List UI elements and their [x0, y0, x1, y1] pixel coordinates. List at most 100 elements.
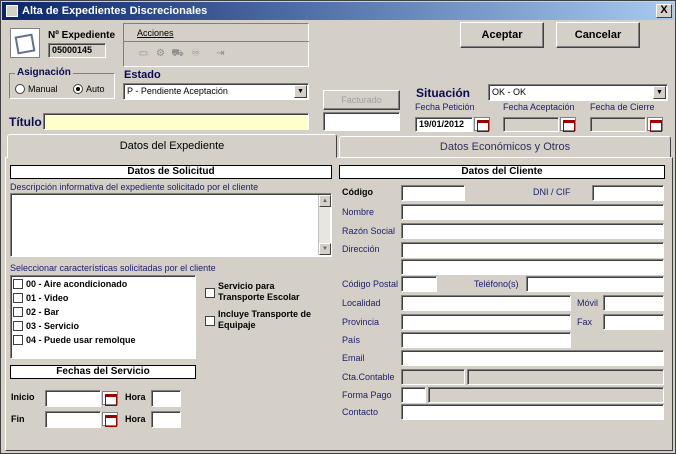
telefono-input[interactable] [526, 276, 664, 292]
vehicle-icon[interactable]: ⛟ [171, 47, 184, 60]
equipaje-checkbox[interactable] [205, 316, 215, 326]
fax-label: Fax [577, 317, 593, 327]
desc-scrollbar[interactable]: ▲ ▼ [318, 195, 331, 255]
list-item[interactable]: 02 - Bar [26, 307, 59, 317]
cta-input [401, 369, 465, 385]
expediente-label: Nº Expediente [48, 30, 116, 41]
acciones-label[interactable]: Acciones [137, 28, 174, 38]
direccion-label: Dirección [342, 244, 380, 254]
equipaje-label[interactable]: Incluye Transporte de Equipaje [218, 309, 318, 331]
window: Alta de Expedientes Discrecionales X Nº … [0, 0, 676, 454]
inicio-date-input[interactable] [45, 390, 101, 407]
chevron-down-icon[interactable]: ▼ [653, 86, 666, 99]
tab-datos-economicos[interactable]: Datos Económicos y Otros [339, 136, 671, 158]
dni-label: DNI / CIF [533, 187, 571, 197]
provincia-label: Provincia [342, 317, 380, 327]
localidad-input[interactable] [401, 295, 571, 311]
forma-pago-desc-input [428, 387, 664, 403]
dni-input[interactable] [592, 185, 664, 201]
cp-input[interactable] [401, 276, 437, 292]
razon-label: Razón Social [342, 226, 396, 236]
calendar-icon[interactable] [560, 117, 576, 132]
binoculars-icon[interactable]: ♾ [189, 47, 202, 60]
cta-label: Cta.Contable [342, 372, 395, 382]
situacion-select[interactable]: OK - OK ▼ [488, 84, 668, 101]
manual-label[interactable]: Manual [28, 84, 58, 94]
tab-datos-expediente[interactable]: Datos del Expediente [7, 134, 337, 158]
fin-label: Fin [11, 414, 25, 424]
direccion-input[interactable] [401, 242, 664, 258]
list-item[interactable]: 04 - Puede usar remolque [26, 335, 136, 345]
expediente-number: 05000145 [48, 43, 106, 58]
email-label: Email [342, 353, 365, 363]
list-item[interactable]: 03 - Servicio [26, 321, 79, 331]
pais-label: País [342, 335, 361, 345]
auto-radio[interactable] [73, 84, 83, 94]
codigo-input[interactable] [401, 185, 465, 201]
cancel-button[interactable]: Cancelar [556, 22, 640, 48]
direccion2-input[interactable] [401, 259, 664, 275]
caracteristica-checkbox[interactable] [13, 293, 23, 303]
pais-input[interactable] [401, 332, 571, 348]
chevron-down-icon[interactable]: ▼ [294, 85, 307, 98]
caracteristica-checkbox[interactable] [13, 307, 23, 317]
servicio-header: Fechas del Servicio [10, 365, 196, 379]
estado-select[interactable]: P - Pendiente Aceptación ▼ [123, 83, 309, 100]
new-doc-icon[interactable]: ▭ [137, 47, 150, 60]
forma-pago-input[interactable] [401, 387, 426, 403]
fecha-aceptacion-label: Fecha Aceptación [503, 102, 575, 112]
fecha-peticion-input[interactable]: 19/01/2012 [415, 117, 473, 132]
app-icon [6, 5, 18, 17]
calendar-icon[interactable] [474, 117, 490, 132]
desc-textarea[interactable] [10, 193, 332, 257]
fin-hora-label: Hora [125, 414, 146, 424]
settings-icon[interactable]: ⚙ [154, 47, 167, 60]
desc-label: Descripción informativa del expediente s… [10, 182, 259, 192]
email-input[interactable] [401, 350, 664, 366]
titulo-input[interactable] [43, 113, 309, 130]
scroll-down-icon[interactable]: ▼ [319, 243, 331, 255]
caracteristicas-label: Seleccionar características solicitadas … [10, 263, 216, 273]
manual-radio[interactable] [15, 84, 25, 94]
estado-label: Estado [124, 69, 161, 81]
movil-label: Móvil [577, 298, 599, 308]
inicio-hora-label: Hora [125, 392, 146, 402]
caracteristica-checkbox[interactable] [13, 279, 23, 289]
caracteristica-checkbox[interactable] [13, 335, 23, 345]
escolar-label[interactable]: Servicio para Transporte Escolar [218, 281, 318, 303]
export-icon[interactable]: ⇥ [214, 47, 227, 60]
calendar-icon[interactable] [102, 412, 118, 427]
fecha-cierre-input [590, 117, 646, 132]
facturado-field[interactable] [323, 112, 400, 131]
acciones-divider [123, 41, 309, 42]
inicio-hora-input[interactable] [151, 390, 181, 407]
calendar-icon[interactable] [102, 391, 118, 406]
contacto-label: Contacto [342, 407, 379, 417]
scroll-up-icon[interactable]: ▲ [319, 195, 331, 207]
movil-input[interactable] [603, 295, 664, 311]
list-item[interactable]: 00 - Aire acondicionado [26, 279, 127, 289]
telefono-label: Teléfono(s) [474, 279, 519, 289]
solicitud-header: Datos de Solicitud [10, 165, 332, 179]
auto-label[interactable]: Auto [86, 84, 105, 94]
list-item[interactable]: 01 - Video [26, 293, 68, 303]
situacion-value: OK - OK [492, 87, 527, 97]
fin-date-input[interactable] [45, 411, 101, 428]
close-button[interactable]: X [656, 4, 672, 18]
razon-input[interactable] [401, 223, 664, 239]
accept-button[interactable]: Aceptar [460, 22, 544, 48]
provincia-input[interactable] [401, 314, 571, 330]
fin-hora-input[interactable] [151, 411, 181, 428]
inicio-label: Inicio [11, 392, 35, 402]
contacto-input[interactable] [401, 404, 664, 420]
title-bar: Alta de Expedientes Discrecionales X [2, 2, 674, 20]
nombre-input[interactable] [401, 204, 664, 220]
calendar-icon[interactable] [647, 117, 663, 132]
caracteristica-checkbox[interactable] [13, 321, 23, 331]
expediente-icon [10, 28, 40, 58]
fax-input[interactable] [603, 314, 664, 330]
escolar-checkbox[interactable] [205, 288, 215, 298]
estado-value: P - Pendiente Aceptación [127, 86, 228, 96]
tab-label: Datos Económicos y Otros [439, 141, 571, 153]
fecha-cierre-label: Fecha de Cierre [590, 102, 655, 112]
